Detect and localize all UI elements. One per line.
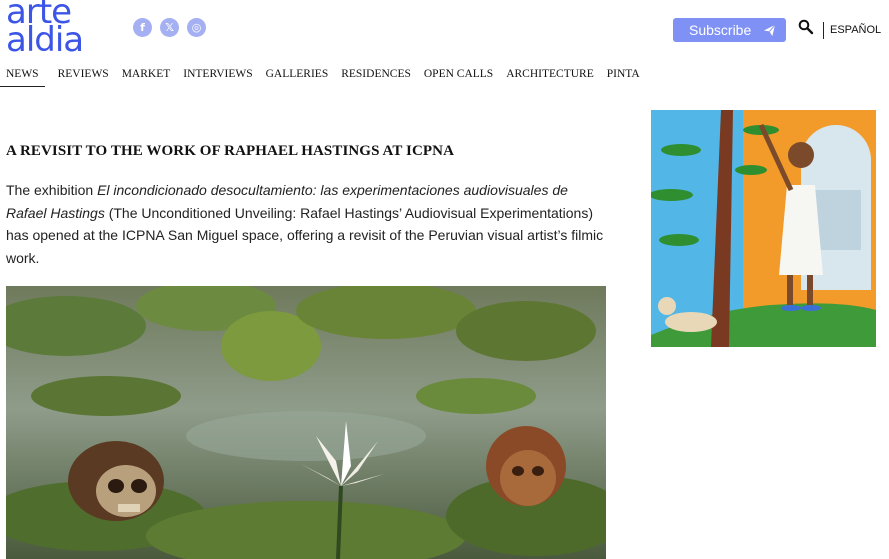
nav-item-reviews[interactable]: REVIEWS xyxy=(58,68,109,87)
nav-item-open-calls[interactable]: OPEN CALLS xyxy=(424,68,493,87)
nav-item-market[interactable]: MARKET xyxy=(122,68,171,87)
subscribe-label: Subscribe xyxy=(689,22,752,38)
language-switch[interactable]: ESPAÑOL xyxy=(830,24,881,36)
sidebar-ad[interactable] xyxy=(651,110,876,347)
x-icon[interactable]: 𝕏 xyxy=(160,18,179,37)
send-icon xyxy=(763,24,776,36)
artealdia-logo[interactable]: arte aldia xyxy=(6,0,118,60)
nav-item-architecture[interactable]: ARCHITECTURE xyxy=(506,68,594,87)
subscribe-button[interactable]: Subscribe xyxy=(673,18,786,42)
article-lead: The exhibition El incondicionado desocul… xyxy=(6,179,606,269)
main-nav: NEWS REVIEWS MARKET INTERVIEWS GALLERIES… xyxy=(0,68,653,87)
nav-item-pinta[interactable]: PINTA xyxy=(607,68,640,87)
instagram-icon[interactable]: ◎ xyxy=(187,18,206,37)
social-links: f 𝕏 ◎ xyxy=(133,18,206,37)
search-icon[interactable] xyxy=(798,19,814,35)
skull-left xyxy=(68,441,164,521)
nav-item-interviews[interactable]: INTERVIEWS xyxy=(183,68,252,87)
facebook-icon[interactable]: f xyxy=(133,18,152,37)
logo-line-2: aldia xyxy=(6,20,84,60)
article-hero-image xyxy=(6,286,606,559)
mummy-head-right xyxy=(486,426,566,506)
lead-text-start: The exhibition xyxy=(6,182,98,198)
article-title: A REVISIT TO THE WORK OF RAPHAEL HASTING… xyxy=(6,143,455,159)
illustration-ad xyxy=(651,110,876,347)
language-divider xyxy=(823,22,824,39)
nav-item-residences[interactable]: RESIDENCES xyxy=(341,68,411,87)
water-lily-photo xyxy=(6,286,606,559)
nav-item-galleries[interactable]: GALLERIES xyxy=(266,68,329,87)
nav-item-news[interactable]: NEWS xyxy=(0,68,45,87)
